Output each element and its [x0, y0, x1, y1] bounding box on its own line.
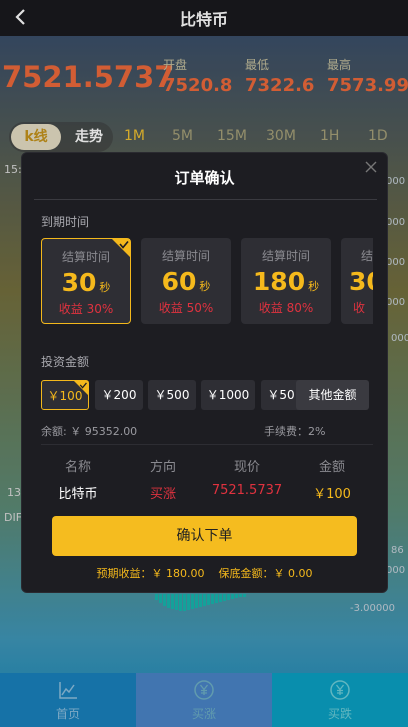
expiry-label: 到期时间: [41, 215, 90, 229]
close-icon[interactable]: [363, 159, 379, 175]
card-number: 180 秒: [252, 267, 320, 296]
selected-check-icon: [112, 239, 130, 257]
col-header-direction: 方向: [149, 460, 176, 475]
confirm-order-button[interactable]: 确认下单: [52, 516, 357, 556]
card-number: 30 秒: [61, 268, 111, 297]
amount-1000[interactable]: ￥1000: [201, 380, 255, 410]
amount-100[interactable]: ￥100: [41, 380, 89, 410]
selected-check-icon: [74, 381, 88, 395]
expiry-options: 结算时间 30 秒 收益 30% 结算时间 60 秒 收益 50% 结算时间 180…: [41, 238, 373, 324]
card-number: 30: [349, 267, 373, 296]
divider: [34, 199, 377, 200]
card-label: 结: [361, 249, 373, 263]
expiry-card-30s[interactable]: 结算时间 30 秒 收益 30%: [41, 238, 131, 324]
other-amount-button[interactable]: 其他金额: [296, 380, 369, 410]
fee-text: 手续费：2%: [264, 425, 326, 438]
expiry-card-60s[interactable]: 结算时间 60 秒 收益 50%: [141, 238, 231, 324]
expiry-card-180s[interactable]: 结算时间 180 秒 收益 80%: [241, 238, 331, 324]
card-rate: 收: [353, 301, 366, 315]
expected-profit-text: 预期收益：￥ 180.00 保底金额：￥ 0.00: [96, 567, 313, 580]
amount-label: 投资金额: [41, 355, 90, 369]
order-price: 7521.5737: [211, 483, 283, 498]
amount-partial[interactable]: ￥50: [261, 380, 301, 410]
order-amount: ￥100: [313, 487, 351, 502]
divider: [41, 444, 373, 445]
card-rate: 收益 50%: [158, 301, 214, 315]
card-rate: 收益 80%: [258, 301, 314, 315]
balance-text: 余额: ￥ 95352.00: [41, 425, 138, 438]
order-name: 比特币: [58, 487, 98, 502]
card-label: 结算时间: [161, 249, 210, 263]
col-header-price: 现价: [233, 460, 260, 475]
col-header-amount: 金额: [318, 460, 345, 475]
expiry-card-partial[interactable]: 结 30 收: [341, 238, 373, 324]
amount-500[interactable]: ￥500: [148, 380, 196, 410]
card-label: 结算时间: [261, 249, 310, 263]
col-header-name: 名称: [64, 460, 91, 475]
card-rate: 收益 30%: [58, 302, 114, 316]
dialog-title: 订单确认: [174, 169, 235, 187]
amount-200[interactable]: ￥200: [95, 380, 143, 410]
order-confirm-dialog: 订单确认 到期时间 结算时间 30 秒 收益 30% 结算时间 60 秒 收益 50…: [21, 152, 388, 593]
order-direction: 买涨: [149, 487, 176, 502]
card-number: 60 秒: [161, 267, 211, 296]
